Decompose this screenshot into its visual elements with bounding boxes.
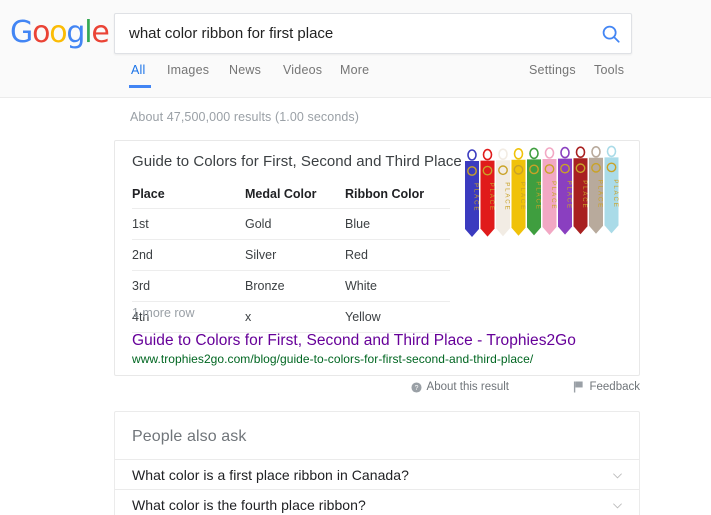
search-box[interactable] <box>114 13 632 54</box>
featured-snippet-card: Guide to Colors for First, Second and Th… <box>114 140 640 376</box>
svg-text:PLACE: PLACE <box>566 181 573 210</box>
search-input[interactable] <box>129 14 589 53</box>
svg-text:?: ? <box>414 384 418 391</box>
logo-letter-o1: o <box>32 15 50 50</box>
active-tab-indicator <box>129 85 151 88</box>
tools-button[interactable]: Tools <box>594 63 624 77</box>
help-circle-icon: ? <box>410 381 422 393</box>
ribbon-4th: PLACE <box>511 148 526 236</box>
ribbon-2nd: PLACE <box>480 148 495 237</box>
table-row: 1st Gold Blue <box>132 208 450 240</box>
tab-images[interactable]: Images <box>167 63 209 77</box>
ribbon-6th: PLACE <box>542 147 557 235</box>
svg-text:PLACE: PLACE <box>504 182 511 211</box>
cell-medal-color: Bronze <box>245 270 345 302</box>
cell-place: 2nd <box>132 239 245 271</box>
result-footer: ? About this result Feedback <box>114 381 640 399</box>
logo-letter-g1: G <box>10 15 33 50</box>
ribbon-1st: PLACE <box>465 149 480 237</box>
cell-medal-color: Silver <box>245 239 345 271</box>
cell-medal-color: x <box>245 301 345 333</box>
svg-text:PLACE: PLACE <box>488 183 495 212</box>
award-ribbons-image: PLACE PLACE PLACE PLACE PLACE PLACE PLACE PLACE… <box>457 145 637 275</box>
cell-place: 1st <box>132 208 245 240</box>
svg-text:PLACE: PLACE <box>581 180 588 209</box>
paa-question-row[interactable]: What color is the fourth place ribbon? <box>115 489 639 515</box>
logo-letter-e: e <box>91 15 109 50</box>
ribbon-7th: PLACE <box>558 146 573 235</box>
search-button[interactable] <box>600 23 622 45</box>
ribbons-svg: PLACE PLACE PLACE PLACE PLACE PLACE PLACE PLACE… <box>465 145 619 237</box>
google-logo[interactable]: Google <box>10 15 110 50</box>
settings-button[interactable]: Settings <box>529 63 576 77</box>
ribbon-3rd: PLACE <box>496 148 511 237</box>
cell-medal-color: Gold <box>245 208 345 240</box>
svg-text:PLACE: PLACE <box>473 183 480 212</box>
svg-text:PLACE: PLACE <box>550 181 557 210</box>
people-also-ask-card: People also ask What color is a first pl… <box>114 411 640 515</box>
logo-letter-o2: o <box>49 15 67 50</box>
feedback-label: Feedback <box>589 381 640 393</box>
ribbon-9th: PLACE <box>589 146 604 234</box>
chevron-down-icon[interactable] <box>612 500 623 511</box>
tab-more[interactable]: More <box>340 63 369 77</box>
cell-ribbon-color: Yellow <box>345 301 450 333</box>
about-this-result-label: About this result <box>426 381 509 393</box>
svg-text:PLACE: PLACE <box>519 182 526 211</box>
about-this-result-button[interactable]: ? About this result <box>410 381 509 393</box>
svg-text:PLACE: PLACE <box>597 180 604 209</box>
ribbon-10th: PLACE <box>604 145 619 234</box>
paa-question-text: What color is the fourth place ribbon? <box>132 497 366 513</box>
ribbon-8th: PLACE <box>573 146 588 235</box>
search-nav-tabs: All Images News Videos More Settings Too… <box>0 63 711 97</box>
feedback-button[interactable]: Feedback <box>573 381 640 393</box>
search-icon <box>602 25 620 43</box>
cell-ribbon-color: Red <box>345 239 450 271</box>
more-rows-label: 1 more row <box>132 306 195 320</box>
chevron-down-icon[interactable] <box>612 470 623 481</box>
logo-letter-g2: g <box>66 15 85 50</box>
snippet-title: Guide to Colors for First, Second and Th… <box>132 153 462 170</box>
result-stats: About 47,500,000 results (1.00 seconds) <box>130 110 360 124</box>
column-header-medal-color: Medal Color <box>245 183 345 209</box>
snippet-source-link[interactable]: Guide to Colors for First, Second and Th… <box>132 332 576 350</box>
logo-letter-l: l <box>84 15 92 50</box>
search-header: Google All Images News Videos More Setti… <box>0 0 711 98</box>
flag-icon <box>574 381 584 393</box>
table-header-row: Place Medal Color Ribbon Color <box>132 183 450 209</box>
cell-ribbon-color: White <box>345 270 450 302</box>
svg-text:PLACE: PLACE <box>612 179 619 208</box>
svg-text:PLACE: PLACE <box>535 181 542 210</box>
people-also-ask-title: People also ask <box>132 428 247 445</box>
paa-question-row[interactable]: What color is a first place ribbon in Ca… <box>115 459 639 489</box>
paa-question-text: What color is a first place ribbon in Ca… <box>132 467 409 483</box>
column-header-place: Place <box>132 183 245 209</box>
cell-ribbon-color: Blue <box>345 208 450 240</box>
tab-videos[interactable]: Videos <box>283 63 322 77</box>
ribbon-5th: PLACE <box>527 147 542 236</box>
cell-place: 3rd <box>132 270 245 302</box>
snippet-source-url: www.trophies2go.com/blog/guide-to-colors… <box>132 352 534 366</box>
table-row: 3rd Bronze White <box>132 270 450 302</box>
column-header-ribbon-color: Ribbon Color <box>345 183 450 209</box>
tab-news[interactable]: News <box>229 63 261 77</box>
table-row: 2nd Silver Red <box>132 239 450 271</box>
tab-all[interactable]: All <box>131 63 146 77</box>
